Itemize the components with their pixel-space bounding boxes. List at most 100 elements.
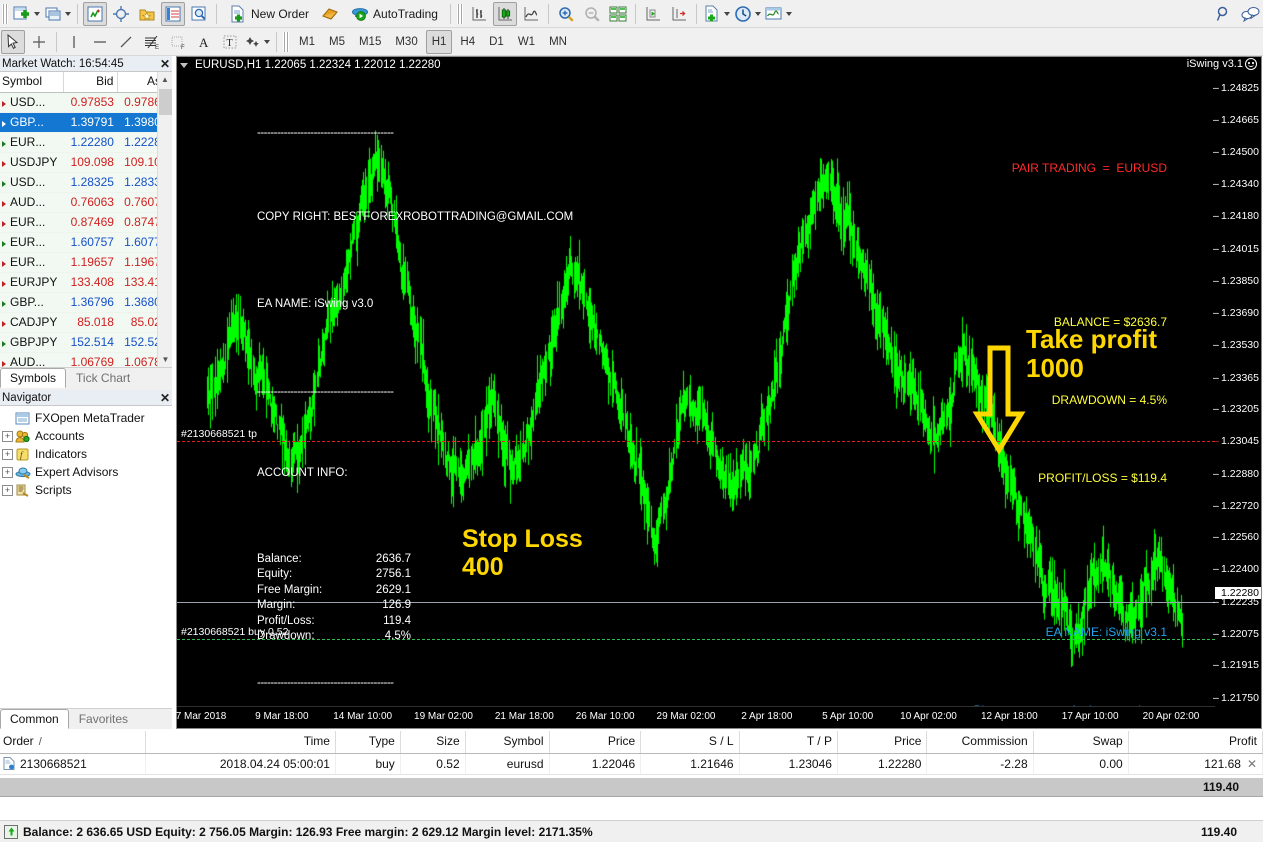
tab-common[interactable]: Common [0, 709, 69, 729]
chevron-down-icon[interactable] [180, 63, 188, 68]
toolbar-grip-2[interactable] [457, 4, 463, 24]
timeframe-h1[interactable]: H1 [426, 30, 453, 54]
channel-tool[interactable]: F [166, 30, 190, 54]
column-header-profit[interactable]: Profit [1128, 731, 1262, 753]
navigator-item-expert-advisors[interactable]: +Expert Advisors [0, 463, 172, 481]
chevron-down-icon[interactable] [264, 40, 270, 44]
market-watch-row[interactable]: GBP...1.367961.36809 [0, 292, 172, 312]
tab-symbols[interactable]: Symbols [0, 368, 66, 388]
market-watch-row[interactable]: CADJPY85.01885.024 [0, 312, 172, 332]
market-watch-scrollbar[interactable]: ▲ ▼ [157, 72, 172, 367]
terminal-toggle[interactable] [161, 2, 185, 26]
column-header-symbol[interactable]: Symbol [0, 72, 63, 92]
chart-shift-button[interactable] [667, 2, 691, 26]
text-tool[interactable]: A [192, 30, 216, 54]
column-header-symbol[interactable]: Symbol [465, 731, 549, 753]
strategy-tester-toggle[interactable] [187, 2, 211, 26]
column-header-price[interactable]: Price [549, 731, 641, 753]
chevron-down-icon[interactable] [65, 12, 71, 16]
column-header-swap[interactable]: Swap [1033, 731, 1128, 753]
auto-scroll-button[interactable] [641, 2, 665, 26]
tile-windows-button[interactable] [606, 2, 630, 26]
column-header-time[interactable]: Time [145, 731, 335, 753]
timeframe-mn[interactable]: MN [543, 30, 573, 54]
profiles-button[interactable] [43, 2, 72, 26]
market-watch-row[interactable]: USDJPY109.098109.104 [0, 152, 172, 172]
time-axis[interactable]: 7 Mar 20189 Mar 18:0014 Mar 10:0019 Mar … [177, 706, 1215, 728]
timeframe-m15[interactable]: M15 [353, 30, 387, 54]
column-header-type[interactable]: Type [335, 731, 400, 753]
close-icon[interactable]: ✕ [158, 391, 172, 405]
text-label-tool[interactable]: T [218, 30, 242, 54]
scrollbar-thumb[interactable] [159, 89, 172, 115]
chart-plot-area[interactable]: #2130668521 tp #2130668521 buy 0.52 ----… [177, 73, 1215, 706]
chevron-down-icon[interactable] [755, 12, 761, 16]
autotrading-button[interactable]: AutoTrading [344, 2, 445, 26]
navigator-item-accounts[interactable]: +Accounts [0, 427, 172, 445]
close-icon[interactable]: ✕ [158, 57, 172, 71]
timeframe-m1[interactable]: M1 [293, 30, 321, 54]
metaeditor-button[interactable] [318, 2, 342, 26]
chevron-down-icon[interactable] [724, 12, 730, 16]
crosshair-tool[interactable] [27, 30, 51, 54]
chevron-down-icon[interactable] [34, 12, 40, 16]
column-header-t-p[interactable]: T / P [739, 731, 837, 753]
scroll-up-icon[interactable]: ▲ [158, 72, 172, 87]
column-header-price[interactable]: Price [837, 731, 926, 753]
market-watch-row[interactable]: EUR...1.607571.60772 [0, 232, 172, 252]
market-watch-row[interactable]: USD...0.978530.97863 [0, 92, 172, 112]
indicators-button[interactable] [764, 2, 793, 26]
market-watch-row[interactable]: AUD...1.067691.06782 [0, 352, 172, 367]
candlestick-chart-button[interactable] [493, 2, 517, 26]
shapes-tool[interactable] [244, 30, 271, 54]
market-watch-toggle[interactable] [83, 2, 107, 26]
trendline-tool[interactable] [114, 30, 138, 54]
cursor-tool[interactable] [1, 30, 25, 54]
timeframe-d1[interactable]: D1 [483, 30, 510, 54]
close-position-button[interactable]: ✕ [1247, 757, 1257, 771]
search-button[interactable] [1212, 2, 1236, 26]
column-header-order[interactable]: Order/ [0, 731, 145, 753]
zoom-in-button[interactable] [554, 2, 578, 26]
expand-plus-icon[interactable]: + [2, 485, 13, 496]
new-order-button[interactable]: New Order [222, 2, 316, 26]
column-header-size[interactable]: Size [400, 731, 465, 753]
chart-window[interactable]: EURUSD,H1 1.22065 1.22324 1.22012 1.2228… [176, 56, 1262, 729]
zoom-out-button[interactable] [580, 2, 604, 26]
column-header-bid[interactable]: Bid [63, 72, 118, 92]
fibonacci-tool[interactable]: E [140, 30, 164, 54]
scroll-down-icon[interactable]: ▼ [158, 352, 173, 367]
expand-plus-icon[interactable]: + [2, 467, 13, 478]
trade-row[interactable]: 21306685212018.04.24 05:00:01buy0.52euru… [0, 753, 1263, 774]
templates-button[interactable] [702, 2, 731, 26]
bar-chart-button[interactable] [467, 2, 491, 26]
horizontal-line-tool[interactable] [88, 30, 112, 54]
market-watch-row[interactable]: AUD...0.760630.76071 [0, 192, 172, 212]
vertical-line-tool[interactable] [62, 30, 86, 54]
periodicity-button[interactable] [733, 2, 762, 26]
market-watch-row[interactable]: GBP...1.397911.39803 [0, 112, 172, 132]
timeframe-w1[interactable]: W1 [512, 30, 541, 54]
column-header-s-l[interactable]: S / L [641, 731, 739, 753]
market-watch-row[interactable]: GBPJPY152.514152.527 [0, 332, 172, 352]
tab-favorites[interactable]: Favorites [69, 709, 138, 729]
navigator-item-scripts[interactable]: +Scripts [0, 481, 172, 499]
timeframe-h4[interactable]: H4 [454, 30, 481, 54]
navigator-item-indicators[interactable]: +fIndicators [0, 445, 172, 463]
chevron-down-icon[interactable] [786, 12, 792, 16]
market-watch-row[interactable]: EUR...1.196571.19670 [0, 252, 172, 272]
market-watch-row[interactable]: EUR...1.222801.22285 [0, 132, 172, 152]
timeframe-m30[interactable]: M30 [389, 30, 423, 54]
market-watch-row[interactable]: EURJPY133.408133.417 [0, 272, 172, 292]
timeframe-m5[interactable]: M5 [323, 30, 351, 54]
navigator-item-fxopen-metatrader[interactable]: FXOpen MetaTrader [0, 409, 172, 427]
market-watch-row[interactable]: USD...1.283251.28334 [0, 172, 172, 192]
toolbar-grip[interactable] [2, 4, 8, 24]
new-chart-button[interactable] [12, 2, 41, 26]
timeframe-grip[interactable] [283, 32, 289, 52]
navigator-toggle[interactable] [135, 2, 159, 26]
chat-button[interactable] [1238, 2, 1262, 26]
price-axis[interactable]: 1.248251.246651.245001.243401.241801.240… [1215, 73, 1261, 706]
tab-tick-chart[interactable]: Tick Chart [66, 368, 140, 388]
market-watch-row[interactable]: EUR...0.874690.87476 [0, 212, 172, 232]
